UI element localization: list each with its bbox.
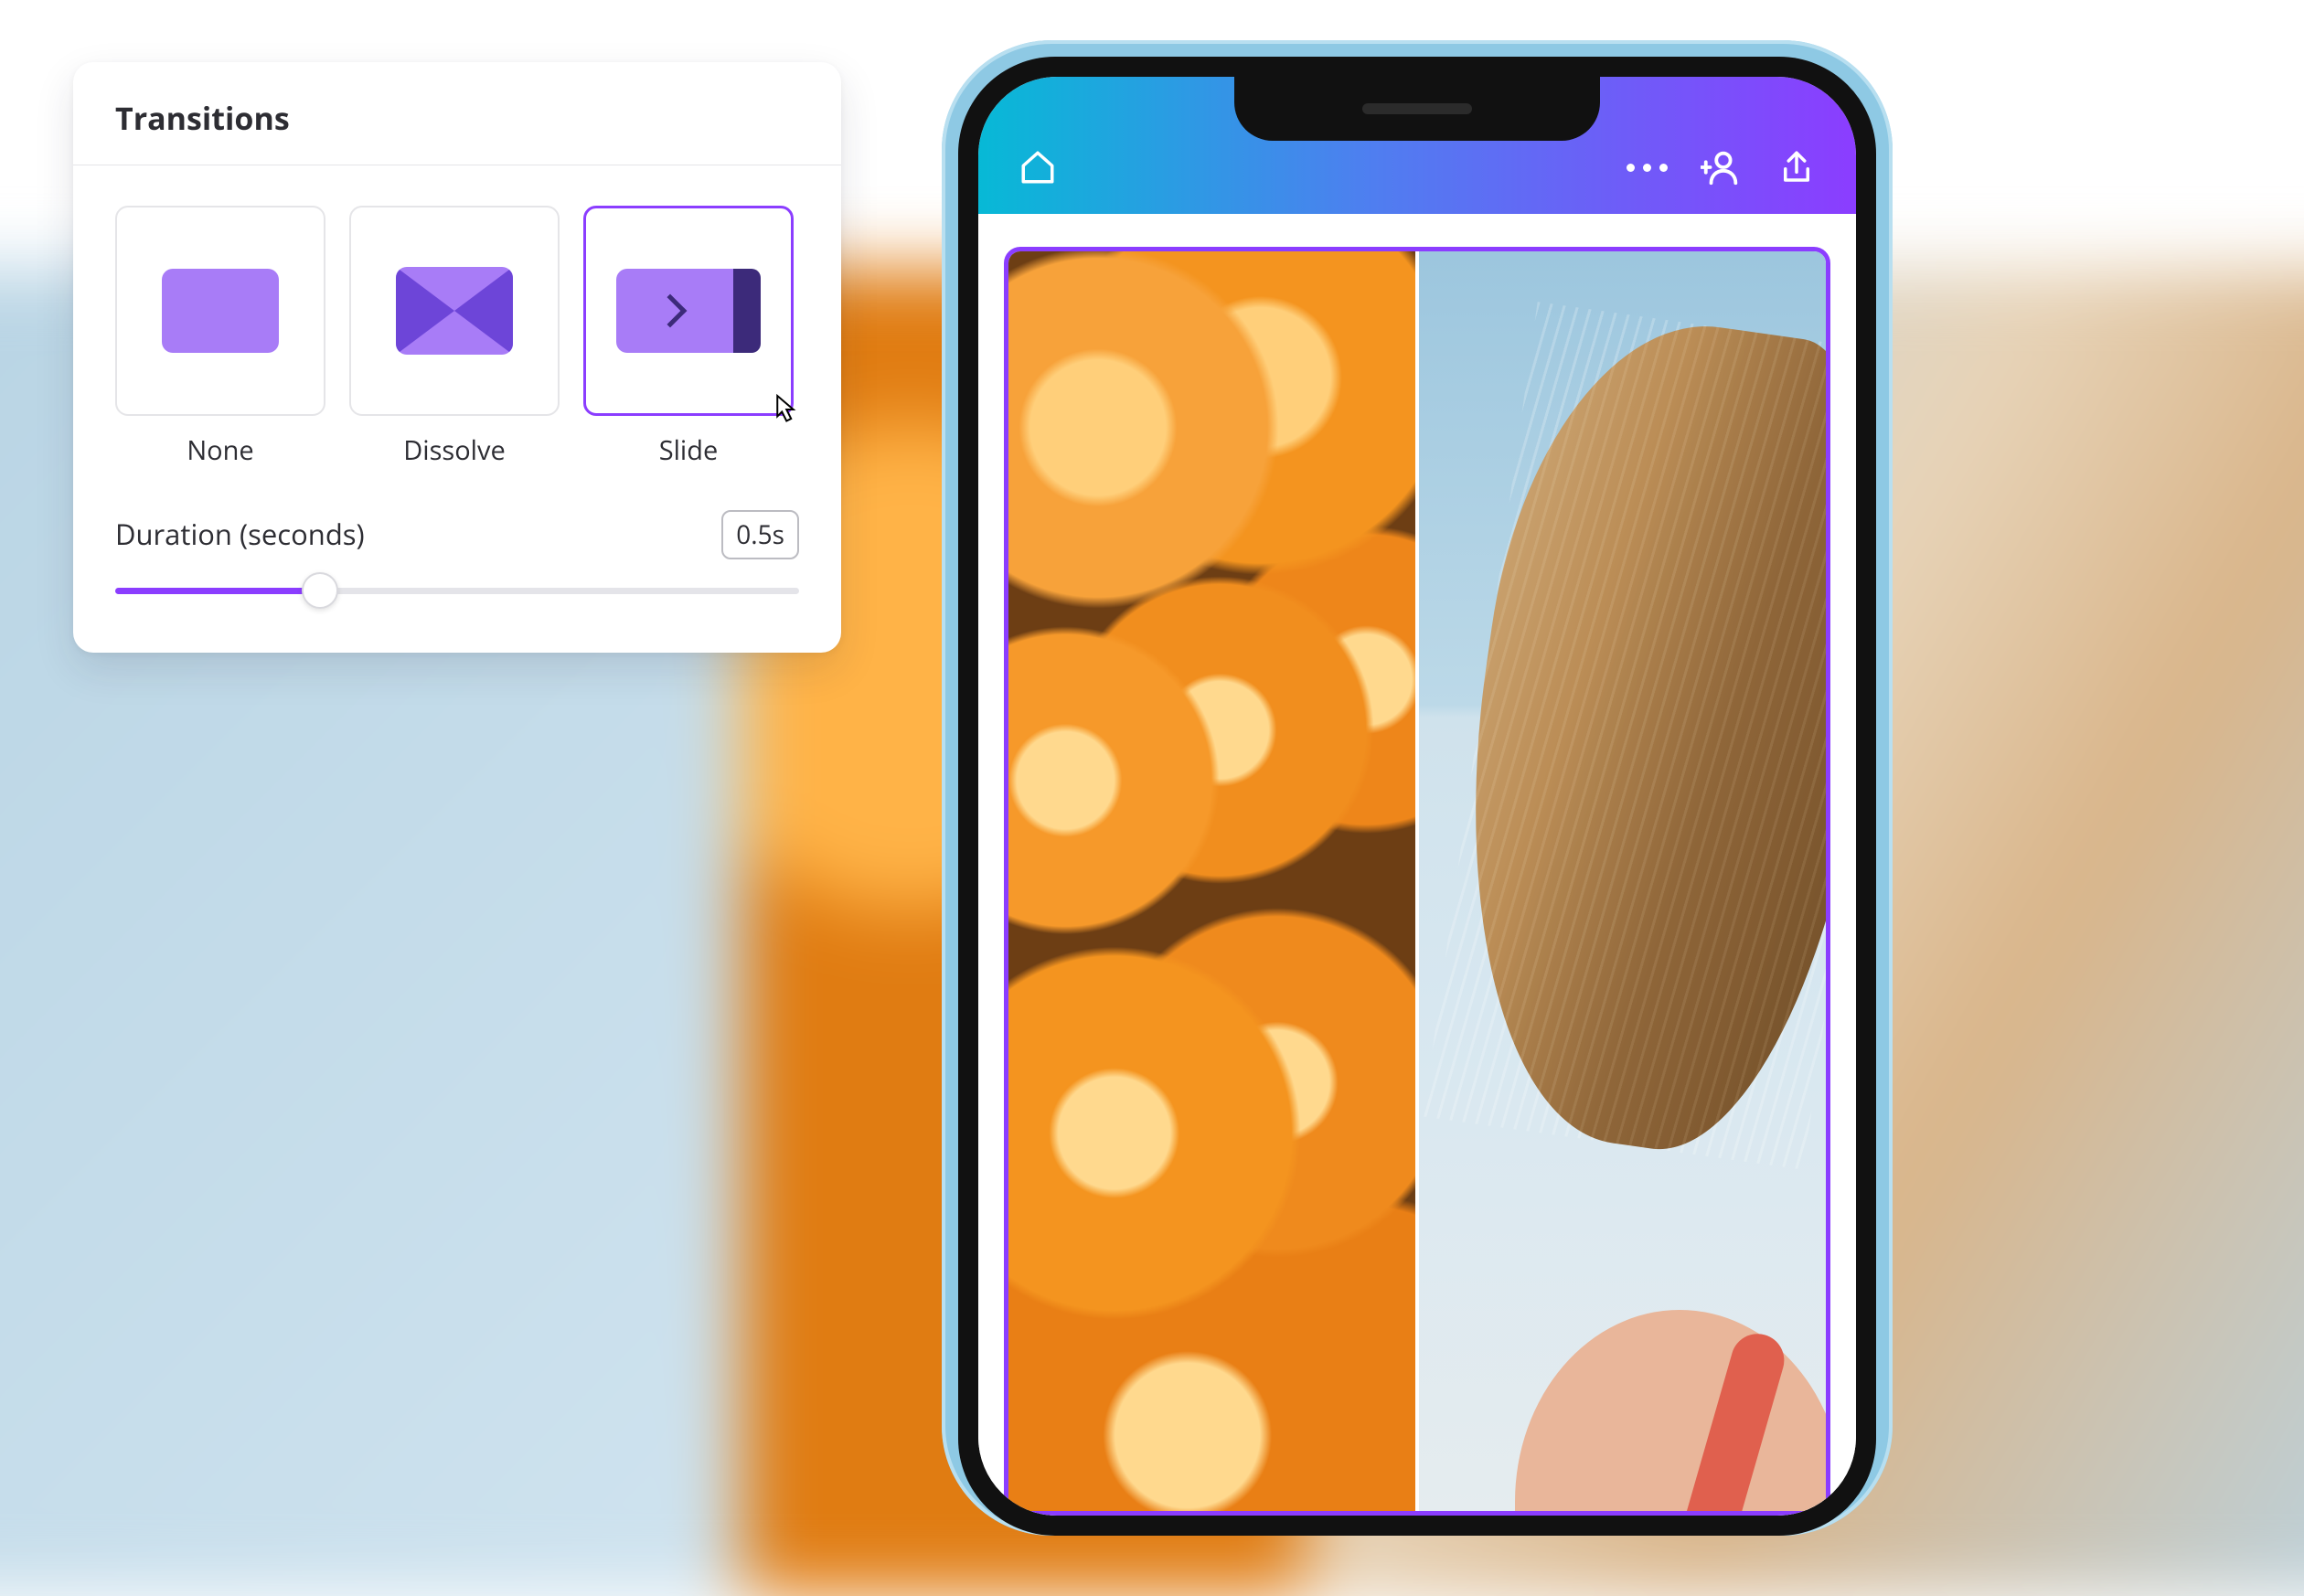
phone-mock — [942, 40, 1893, 1536]
phone-notch — [1234, 77, 1600, 141]
panel-title: Transitions — [73, 62, 841, 165]
duration-slider[interactable] — [115, 572, 799, 609]
invite-users-icon[interactable] — [1699, 144, 1744, 190]
transition-option-none: None — [115, 206, 325, 468]
duration-slider-thumb[interactable] — [302, 572, 338, 609]
duration-slider-track — [115, 588, 799, 594]
transition-option-dissolve: Dissolve — [349, 206, 560, 468]
transition-thumb-none-icon — [162, 269, 279, 353]
transition-label-none: None — [187, 432, 253, 468]
transition-label-slide: Slide — [659, 432, 719, 468]
transition-option-slide: Slide — [583, 206, 794, 468]
home-icon[interactable] — [1015, 144, 1061, 190]
transition-card-none[interactable] — [115, 206, 325, 416]
design-canvas-area — [978, 214, 1856, 1516]
design-canvas[interactable] — [1004, 247, 1830, 1516]
share-icon[interactable] — [1774, 144, 1819, 190]
transition-options: None Dissolve Slide — [73, 165, 841, 486]
transition-thumb-dissolve-icon — [396, 267, 513, 355]
transition-thumb-slide-icon — [616, 269, 761, 353]
slide-preview-right-image — [1419, 251, 1826, 1511]
more-icon[interactable] — [1624, 144, 1669, 190]
transition-card-dissolve[interactable] — [349, 206, 560, 416]
duration-row: Duration (seconds) 0.5s — [73, 486, 841, 572]
transitions-panel: Transitions None Dissolve — [73, 62, 841, 653]
slide-preview-left-image — [1008, 251, 1415, 1511]
transition-card-slide[interactable] — [583, 206, 794, 416]
pointer-cursor-icon — [767, 391, 804, 428]
transition-label-dissolve: Dissolve — [403, 432, 506, 468]
duration-label: Duration (seconds) — [115, 516, 365, 554]
duration-value-input[interactable]: 0.5s — [721, 510, 799, 559]
